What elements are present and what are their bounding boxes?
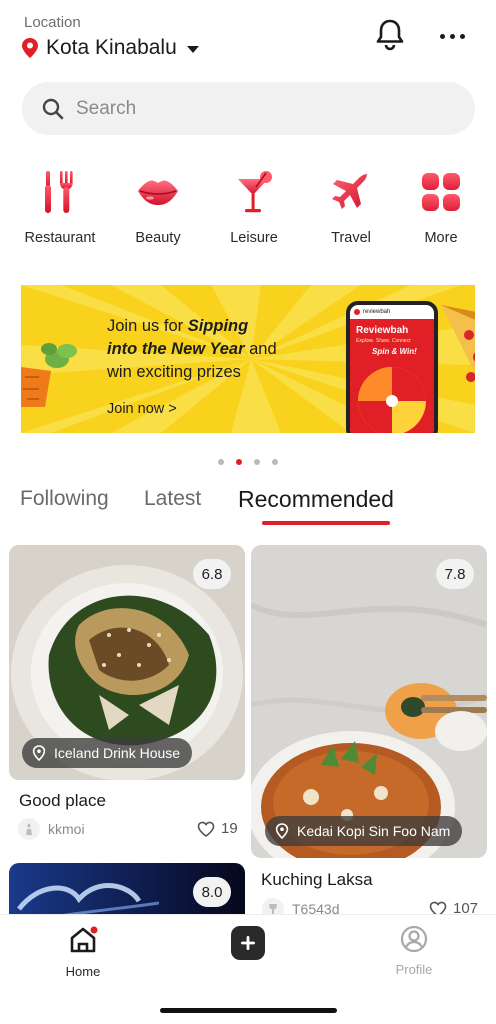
lips-icon [138, 180, 178, 205]
promo-banner[interactable]: Join us for Sipping into the New Year an… [21, 285, 475, 433]
banner-join-link[interactable]: Join now > [107, 401, 177, 417]
food-photo [251, 545, 487, 858]
nav-profile-label: Profile [395, 962, 433, 977]
grid-icon [422, 173, 460, 211]
tab-latest[interactable]: Latest [144, 487, 201, 511]
carousel-indicator [218, 459, 278, 465]
rating-badge: 8.0 [193, 877, 231, 907]
search-input[interactable] [76, 97, 436, 120]
carousel-dot[interactable] [272, 459, 278, 465]
phone-app-name: reviewbah [363, 309, 391, 315]
category-row: Restaurant Beauty Leisure Travel More [10, 166, 490, 256]
post-card-image[interactable] [251, 545, 487, 858]
home-icon [70, 926, 98, 953]
avatar [18, 818, 40, 840]
tab-following[interactable]: Following [20, 487, 109, 511]
cocktail-icon [238, 171, 272, 213]
category-label: Beauty [135, 230, 181, 246]
pizza-illustration [441, 305, 475, 382]
carousel-dot[interactable] [254, 459, 260, 465]
location-label: Location [24, 14, 81, 31]
like-count: 19 [221, 820, 238, 837]
add-post-button[interactable] [231, 926, 265, 960]
banner-headline: Join us for Sipping into the New Year an… [107, 317, 277, 381]
place-tag[interactable]: Kedai Kopi Sin Foo Nam [265, 816, 463, 846]
place-name: Iceland Drink House [54, 745, 181, 761]
nav-home[interactable]: Home [43, 925, 123, 979]
map-pin-icon [22, 38, 38, 58]
category-more[interactable]: More [391, 166, 491, 246]
post-author[interactable]: kkmoi [18, 818, 85, 840]
map-pin-icon [275, 823, 289, 839]
category-restaurant[interactable]: Restaurant [10, 166, 110, 246]
post-title[interactable]: Good place [19, 791, 106, 811]
user-avatar-icon [26, 823, 32, 835]
author-name: kkmoi [48, 821, 85, 837]
phone-spin-text: Spin & Win! [372, 347, 417, 356]
place-tag[interactable]: Iceland Drink House [22, 738, 193, 768]
active-tab-indicator [262, 521, 390, 525]
location-city: Kota Kinabalu [46, 36, 177, 59]
airplane-icon [332, 173, 368, 209]
location-selector[interactable]: Kota Kinabalu [22, 36, 199, 60]
category-label: Restaurant [24, 230, 96, 246]
caret-down-icon [186, 45, 199, 53]
nav-home-label: Home [65, 964, 101, 979]
tab-recommended[interactable]: Recommended [238, 486, 394, 513]
category-travel[interactable]: Travel [301, 166, 401, 246]
rating-badge: 6.8 [193, 559, 231, 589]
fork-knife-icon [45, 171, 73, 213]
place-name: Kedai Kopi Sin Foo Nam [297, 823, 451, 839]
carousel-dot-active[interactable] [236, 459, 242, 465]
map-pin-icon [32, 745, 46, 761]
carrot-illustration [21, 343, 77, 407]
post-title[interactable]: Kuching Laksa [261, 870, 373, 890]
like-button[interactable]: 19 [197, 820, 238, 837]
phone-illustration: reviewbah Reviewbah Explore. Share. Conn… [346, 301, 438, 433]
heart-icon [197, 821, 215, 837]
rating-badge: 7.8 [436, 559, 474, 589]
carousel-dot[interactable] [218, 459, 224, 465]
category-beauty[interactable]: Beauty [108, 166, 208, 246]
search-icon [42, 98, 64, 119]
plus-icon [241, 936, 255, 950]
search-bar[interactable] [22, 82, 475, 135]
category-label: Leisure [230, 230, 278, 246]
category-label: More [424, 230, 458, 246]
profile-icon [400, 925, 428, 953]
phone-title: Reviewbah [356, 325, 409, 336]
phone-subtitle: Explore. Share. Connect [356, 338, 411, 344]
more-options-icon[interactable] [440, 28, 466, 44]
category-leisure[interactable]: Leisure [204, 166, 304, 246]
bell-icon[interactable] [374, 18, 406, 52]
home-indicator-bar [160, 1008, 337, 1013]
category-label: Travel [331, 230, 371, 246]
spin-wheel-icon [358, 367, 426, 433]
nav-profile[interactable]: Profile [374, 925, 454, 977]
